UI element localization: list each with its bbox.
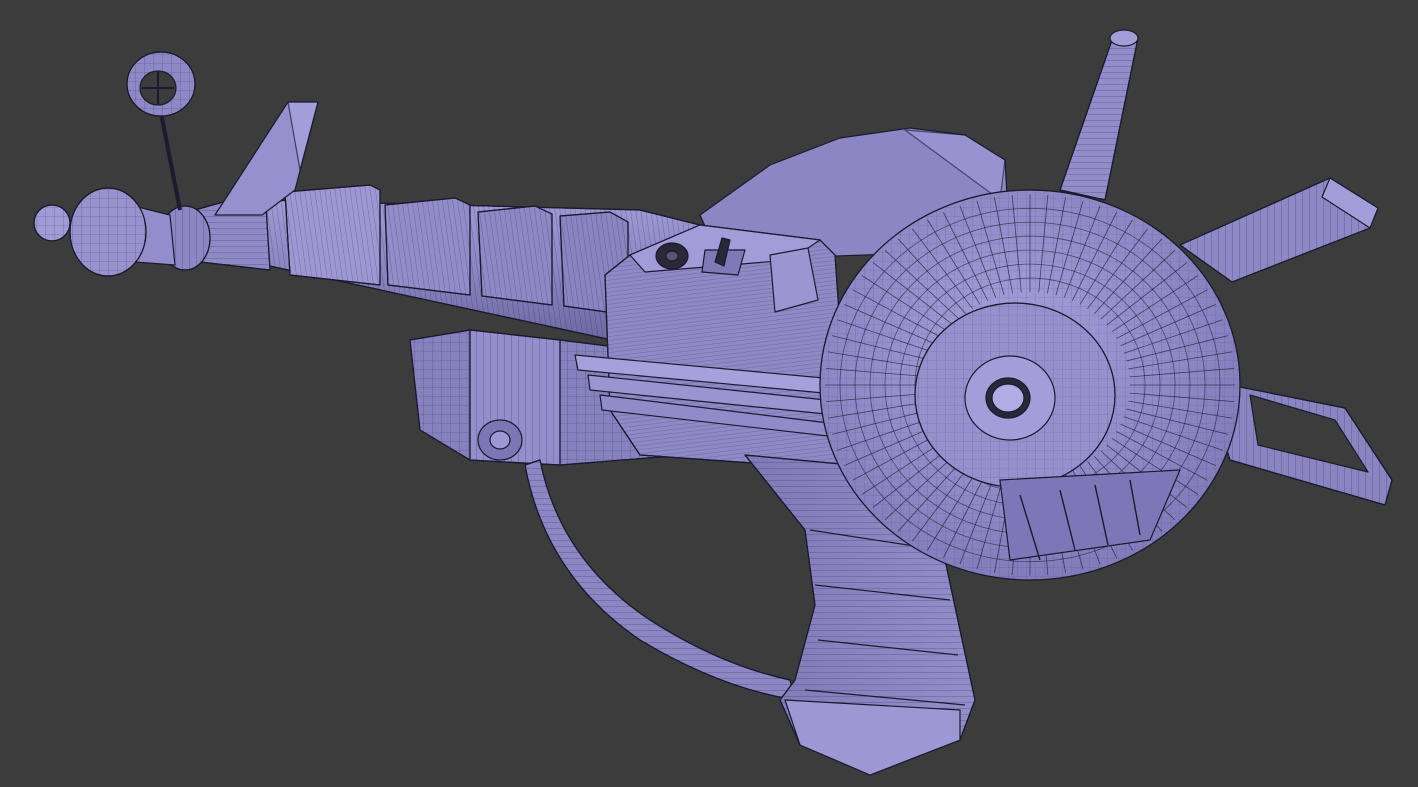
emitter-inner-ring xyxy=(914,302,1116,488)
disc-vents xyxy=(999,469,1181,561)
top-antenna xyxy=(1059,29,1139,201)
sight-ring xyxy=(126,51,196,211)
trigger-guard xyxy=(524,459,796,701)
dial-knob xyxy=(655,242,689,270)
barrel-ring-2 xyxy=(384,197,471,296)
barrel-ring-1 xyxy=(284,184,381,286)
3d-viewport[interactable] xyxy=(0,0,1418,787)
rear-handle-upper xyxy=(1179,177,1379,283)
barrel-ring-3 xyxy=(477,205,553,306)
ray-gun-model xyxy=(33,29,1393,776)
